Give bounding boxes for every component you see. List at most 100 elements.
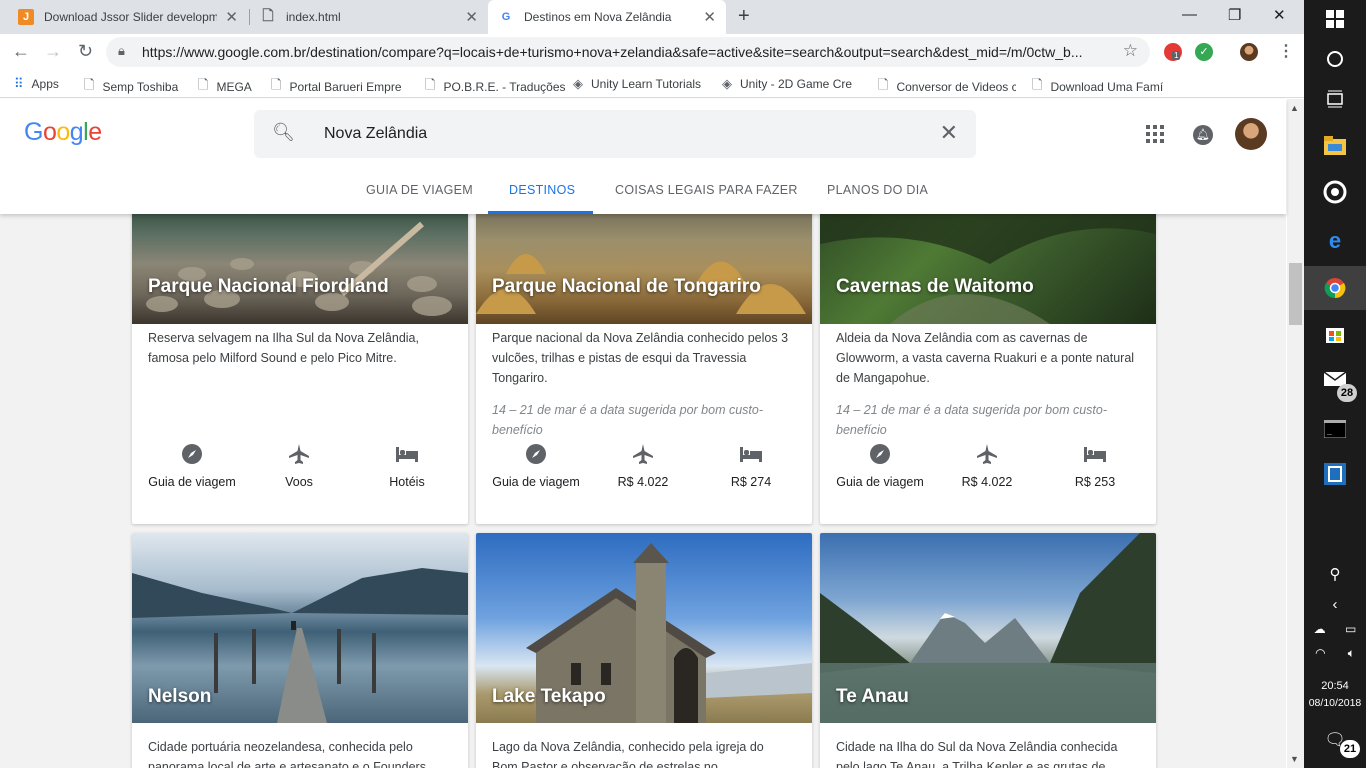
wifi-icon[interactable]: ◠ bbox=[1315, 646, 1325, 661]
flights-button[interactable]: Voos bbox=[244, 443, 354, 489]
page-icon: 🗋 bbox=[271, 77, 282, 92]
browser-toolbar: ← → ↻ 🔒︎ https://www.google.com.br/desti… bbox=[0, 34, 1304, 70]
mail-badge: 28 bbox=[1337, 384, 1357, 402]
windows-start-icon[interactable] bbox=[1304, 10, 1366, 28]
logo-letter: o bbox=[42, 118, 57, 146]
clear-search-icon[interactable]: ✕ bbox=[940, 120, 958, 146]
bookmark-label: Unity Learn Tutorials bbox=[591, 77, 702, 91]
clock-time[interactable]: 20:54 bbox=[1304, 680, 1366, 692]
onedrive-icon[interactable]: ☁ bbox=[1314, 622, 1326, 636]
profile-avatar[interactable] bbox=[1240, 43, 1258, 61]
hotels-button[interactable]: R$ 274 bbox=[696, 443, 806, 489]
address-bar[interactable]: 🔒︎ https://www.google.com.br/destination… bbox=[106, 37, 1150, 67]
mail-icon[interactable] bbox=[1304, 370, 1366, 388]
scroll-down-icon[interactable]: ▼ bbox=[1290, 754, 1299, 764]
destination-description: Cidade portuária neozelandesa, conhecida… bbox=[148, 740, 426, 768]
tab-planos-do-dia[interactable]: PLANOS DO DIA bbox=[827, 183, 928, 197]
destination-card[interactable]: Cavernas de Waitomo Aldeia da Nova Zelân… bbox=[820, 214, 1156, 524]
page-icon: 🗋 bbox=[84, 77, 95, 92]
battery-icon[interactable]: ▭ bbox=[1345, 622, 1356, 636]
file-explorer-icon[interactable] bbox=[1304, 136, 1366, 156]
chrome-taskbar-icon[interactable] bbox=[1304, 266, 1366, 310]
check-extension-icon[interactable]: ✓ bbox=[1195, 43, 1213, 61]
destination-card[interactable]: Te Anau Cidade na Ilha do Sul da Nova Ze… bbox=[820, 533, 1156, 768]
app-circle-icon[interactable] bbox=[1304, 180, 1366, 204]
travel-guide-button[interactable]: Guia de viagem bbox=[137, 443, 247, 489]
tab-guia-de-viagem[interactable]: GUIA DE VIAGEM bbox=[366, 183, 473, 197]
search-icon[interactable]: 🔍︎ bbox=[272, 122, 295, 143]
bookmark-item[interactable]: 🗋 PO.B.R.E. - Traduções bbox=[425, 76, 565, 98]
destination-tabs: GUIA DE VIAGEM DESTINOS COISAS LEGAIS PA… bbox=[0, 174, 1286, 214]
people-icon[interactable]: ⚲ bbox=[1304, 565, 1366, 583]
new-tab-icon[interactable]: + bbox=[738, 5, 750, 28]
destination-card[interactable]: Lake Tekapo Lago da Nova Zelândia, conhe… bbox=[476, 533, 812, 768]
chrome-menu-icon[interactable]: ⋮ bbox=[1278, 41, 1294, 61]
show-hidden-icons[interactable]: ‹ bbox=[1304, 596, 1366, 613]
bookmark-star-icon[interactable]: ☆ bbox=[1123, 41, 1138, 61]
destination-card[interactable]: Parque Nacional Fiordland Reserva selvag… bbox=[132, 214, 468, 524]
browser-tab-jssor[interactable]: J Download Jssor Slider developm ✕ bbox=[8, 0, 248, 34]
task-view-icon[interactable] bbox=[1304, 90, 1366, 108]
bookmark-item[interactable]: ◈ Unity - 2D Game Cre bbox=[722, 76, 862, 92]
flights-button[interactable]: R$ 4.022 bbox=[588, 443, 698, 489]
close-tab-icon[interactable]: ✕ bbox=[225, 8, 238, 26]
page-icon: 🗋 bbox=[878, 77, 889, 92]
avatar[interactable] bbox=[1235, 118, 1267, 150]
google-apps-icon[interactable] bbox=[1146, 125, 1164, 143]
destination-name: Parque Nacional de Tongariro bbox=[492, 276, 761, 297]
forward-icon[interactable]: → bbox=[44, 41, 62, 62]
minimize-icon[interactable]: — bbox=[1182, 6, 1197, 23]
action-label: R$ 4.022 bbox=[961, 475, 1013, 489]
extension-icon[interactable]: 1 bbox=[1164, 43, 1182, 61]
action-label: R$ 4.022 bbox=[617, 475, 669, 489]
store-icon[interactable] bbox=[1304, 322, 1366, 344]
bookmark-item[interactable]: 🗋 Semp Toshiba bbox=[84, 76, 184, 98]
search-box[interactable]: 🔍︎ Nova Zelândia ✕ bbox=[254, 110, 976, 158]
page-icon: 🗋 bbox=[1032, 77, 1043, 92]
scroll-up-icon[interactable]: ▲ bbox=[1290, 103, 1299, 113]
edge-icon[interactable]: e bbox=[1304, 228, 1366, 254]
destination-name: Nelson bbox=[148, 686, 212, 707]
tab-destinos[interactable]: DESTINOS bbox=[509, 183, 575, 197]
hotels-button[interactable]: Hotéis bbox=[352, 443, 462, 489]
destination-description: Cidade na Ilha do Sul da Nova Zelândia c… bbox=[836, 740, 1118, 768]
notifications-bell-icon[interactable]: 🔔︎ bbox=[1193, 125, 1213, 145]
search-input[interactable]: Nova Zelândia bbox=[324, 125, 427, 143]
tray-row: ◠ 🔈︎ bbox=[1304, 646, 1366, 661]
bookmark-item[interactable]: 🗋 MEGA bbox=[198, 76, 258, 98]
travel-guide-button[interactable]: Guia de viagem bbox=[825, 443, 935, 489]
restore-icon[interactable]: ❐ bbox=[1228, 6, 1241, 24]
price-hint: 14 – 21 de mar é a data sugerida por bom… bbox=[492, 403, 763, 437]
close-tab-icon[interactable]: ✕ bbox=[465, 8, 478, 26]
extension-badge: 1 bbox=[1172, 51, 1181, 60]
bookmark-item[interactable]: 🗋 Portal Barueri Empre bbox=[271, 76, 407, 98]
bookmark-item[interactable]: 🗋 Conversor de Videos c bbox=[878, 76, 1016, 98]
destination-name: Cavernas de Waitomo bbox=[836, 276, 1034, 297]
app-blue-icon[interactable] bbox=[1304, 462, 1366, 486]
travel-guide-button[interactable]: Guia de viagem bbox=[481, 443, 591, 489]
reload-icon[interactable]: ↻ bbox=[78, 41, 93, 62]
cortana-icon[interactable] bbox=[1304, 50, 1366, 68]
google-logo[interactable]: Google bbox=[24, 118, 102, 147]
hotels-button[interactable]: R$ 253 bbox=[1040, 443, 1150, 489]
browser-tab-destinos[interactable]: G Destinos em Nova Zelândia ✕ bbox=[488, 0, 726, 34]
back-icon[interactable]: ← bbox=[12, 41, 30, 62]
tab-coisas-legais[interactable]: COISAS LEGAIS PARA FAZER bbox=[615, 183, 798, 197]
bookmark-item[interactable]: ◈ Unity Learn Tutorials bbox=[573, 76, 713, 92]
bookmark-label: Download Uma Famí bbox=[1050, 80, 1164, 94]
compass-icon bbox=[481, 443, 591, 465]
browser-tab-index[interactable]: 🗋 index.html ✕ bbox=[250, 0, 488, 34]
page-scrollbar[interactable]: ▲ ▼ bbox=[1287, 99, 1304, 768]
bookmark-apps[interactable]: ⠿ Apps bbox=[14, 76, 59, 92]
clock-date[interactable]: 08/10/2018 bbox=[1304, 697, 1366, 709]
flights-button[interactable]: R$ 4.022 bbox=[932, 443, 1042, 489]
terminal-icon[interactable]: _ bbox=[1304, 420, 1366, 438]
bookmark-item[interactable]: 🗋 Download Uma Famí bbox=[1032, 76, 1168, 98]
scrollbar-thumb[interactable] bbox=[1289, 263, 1302, 325]
destination-description: Aldeia da Nova Zelândia com as cavernas … bbox=[836, 331, 1135, 385]
close-window-icon[interactable]: ✕ bbox=[1273, 6, 1286, 24]
destination-card[interactable]: Nelson Cidade portuária neozelandesa, co… bbox=[132, 533, 468, 768]
volume-icon[interactable]: 🔈︎ bbox=[1348, 646, 1355, 661]
destination-card[interactable]: Parque Nacional de Tongariro Parque naci… bbox=[476, 214, 812, 524]
close-tab-icon[interactable]: ✕ bbox=[703, 8, 716, 26]
